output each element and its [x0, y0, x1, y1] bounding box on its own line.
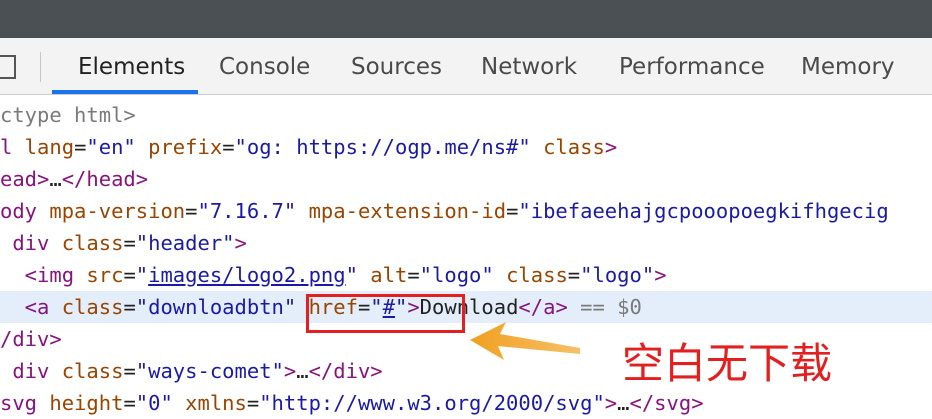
attr-value: "ibefaeehajgcpooopoegkifhgecig	[518, 199, 889, 223]
equals: =	[246, 391, 260, 415]
attr-name: class	[49, 231, 124, 255]
tag-name: <img	[0, 263, 75, 287]
closing-tag: </a>	[518, 295, 568, 319]
inspect-element-icon[interactable]	[0, 55, 16, 79]
quote: "	[345, 263, 358, 287]
dom-line-img[interactable]: <img src="images/logo2.png" alt="logo" c…	[0, 259, 932, 291]
attr-value: "http://www.w3.org/2000/svg"	[259, 391, 605, 415]
tab-network[interactable]: Network	[481, 54, 577, 80]
tag-end: >	[37, 167, 50, 191]
tab-console[interactable]: Console	[219, 54, 310, 80]
tab-sources[interactable]: Sources	[351, 54, 442, 80]
tag-name: <a	[0, 295, 50, 319]
closing-tag: </svg>	[629, 391, 704, 415]
attr-value: "logo"	[580, 263, 655, 287]
attr-name: alt	[357, 263, 408, 287]
tab-elements[interactable]: Elements	[78, 54, 185, 80]
attr-name: src	[74, 263, 124, 287]
closing-tag: </head>	[61, 167, 149, 191]
equals: =	[222, 135, 235, 159]
equals: =	[567, 263, 581, 287]
attr-value: "logo"	[419, 263, 494, 287]
attr-value: "header"	[135, 231, 235, 255]
annotation-label: 空白无下载	[622, 339, 833, 388]
dom-line-anchor-selected[interactable]: <a class="downloadbtn" href="#">Download…	[0, 291, 932, 323]
attr-name: mpa-version	[37, 199, 186, 223]
quote: "	[135, 263, 149, 287]
devtools-toolbar: Elements Console Sources Network Perform…	[0, 38, 932, 95]
attr-name: mpa-extension-id	[296, 199, 507, 223]
toolbar-divider	[40, 52, 41, 82]
tag-name: div	[0, 359, 50, 383]
equals: =	[185, 199, 198, 223]
attr-name: class	[493, 263, 568, 287]
attr-value: "7.16.7"	[197, 199, 297, 223]
attr-value: "og: https://ogp.me/ns#"	[234, 135, 531, 159]
active-tab-indicator	[52, 90, 198, 94]
tab-memory[interactable]: Memory	[801, 54, 895, 80]
tag-name: svg	[0, 391, 38, 415]
equals: =	[74, 135, 87, 159]
tag-end: >	[654, 263, 667, 287]
attr-name: lang	[12, 135, 75, 159]
window-title-bar	[0, 0, 932, 38]
tag-end: >	[283, 359, 297, 383]
tag-name: l	[0, 135, 13, 159]
equals: =	[506, 199, 519, 223]
dom-line-doctype[interactable]: ctype html>	[0, 99, 932, 131]
attr-name: height	[37, 391, 124, 415]
dom-line-div-header[interactable]: div class="header">	[0, 227, 932, 259]
collapsed-ellipsis[interactable]: …	[49, 167, 61, 191]
collapsed-ellipsis[interactable]: …	[617, 391, 629, 415]
attr-name: class	[530, 135, 605, 159]
closing-tag: /div>	[0, 327, 62, 351]
equals: =	[123, 231, 136, 255]
tag-end: >	[604, 135, 618, 159]
equals: =	[407, 263, 420, 287]
doctype-text: ctype html>	[0, 103, 136, 127]
annotation-highlight-box	[306, 294, 465, 333]
attr-name: class	[49, 359, 124, 383]
closing-tag: </div>	[308, 359, 383, 383]
dom-line-head[interactable]: ead>…</head>	[0, 163, 932, 195]
src-link[interactable]: images/logo2.png	[148, 263, 345, 287]
selected-marker: == $0	[567, 295, 642, 319]
attr-value: "en"	[86, 135, 136, 159]
equals: =	[123, 359, 136, 383]
collapsed-ellipsis[interactable]: …	[296, 359, 308, 383]
attr-value: "0"	[135, 391, 173, 415]
attr-value: "downloadbtn"	[135, 295, 297, 319]
annotation-arrow-icon	[470, 322, 580, 360]
tag-name: div	[0, 231, 50, 255]
attr-value: "ways-comet"	[135, 359, 284, 383]
attr-name: class	[49, 295, 124, 319]
tab-performance[interactable]: Performance	[619, 54, 765, 80]
attr-name: xmlns	[172, 391, 247, 415]
dom-line-svg[interactable]: svg height="0" xmlns="http://www.w3.org/…	[0, 387, 932, 419]
tag-name: ead	[0, 167, 38, 191]
dom-line-body[interactable]: ody mpa-version="7.16.7" mpa-extension-i…	[0, 195, 932, 227]
equals: =	[123, 263, 136, 287]
dom-line-html[interactable]: l lang="en" prefix="og: https://ogp.me/n…	[0, 131, 932, 163]
tag-name: ody	[0, 199, 38, 223]
attr-name: prefix	[135, 135, 223, 159]
tag-end: >	[234, 231, 247, 255]
tag-end: >	[604, 391, 618, 415]
equals: =	[123, 391, 136, 415]
equals: =	[123, 295, 136, 319]
